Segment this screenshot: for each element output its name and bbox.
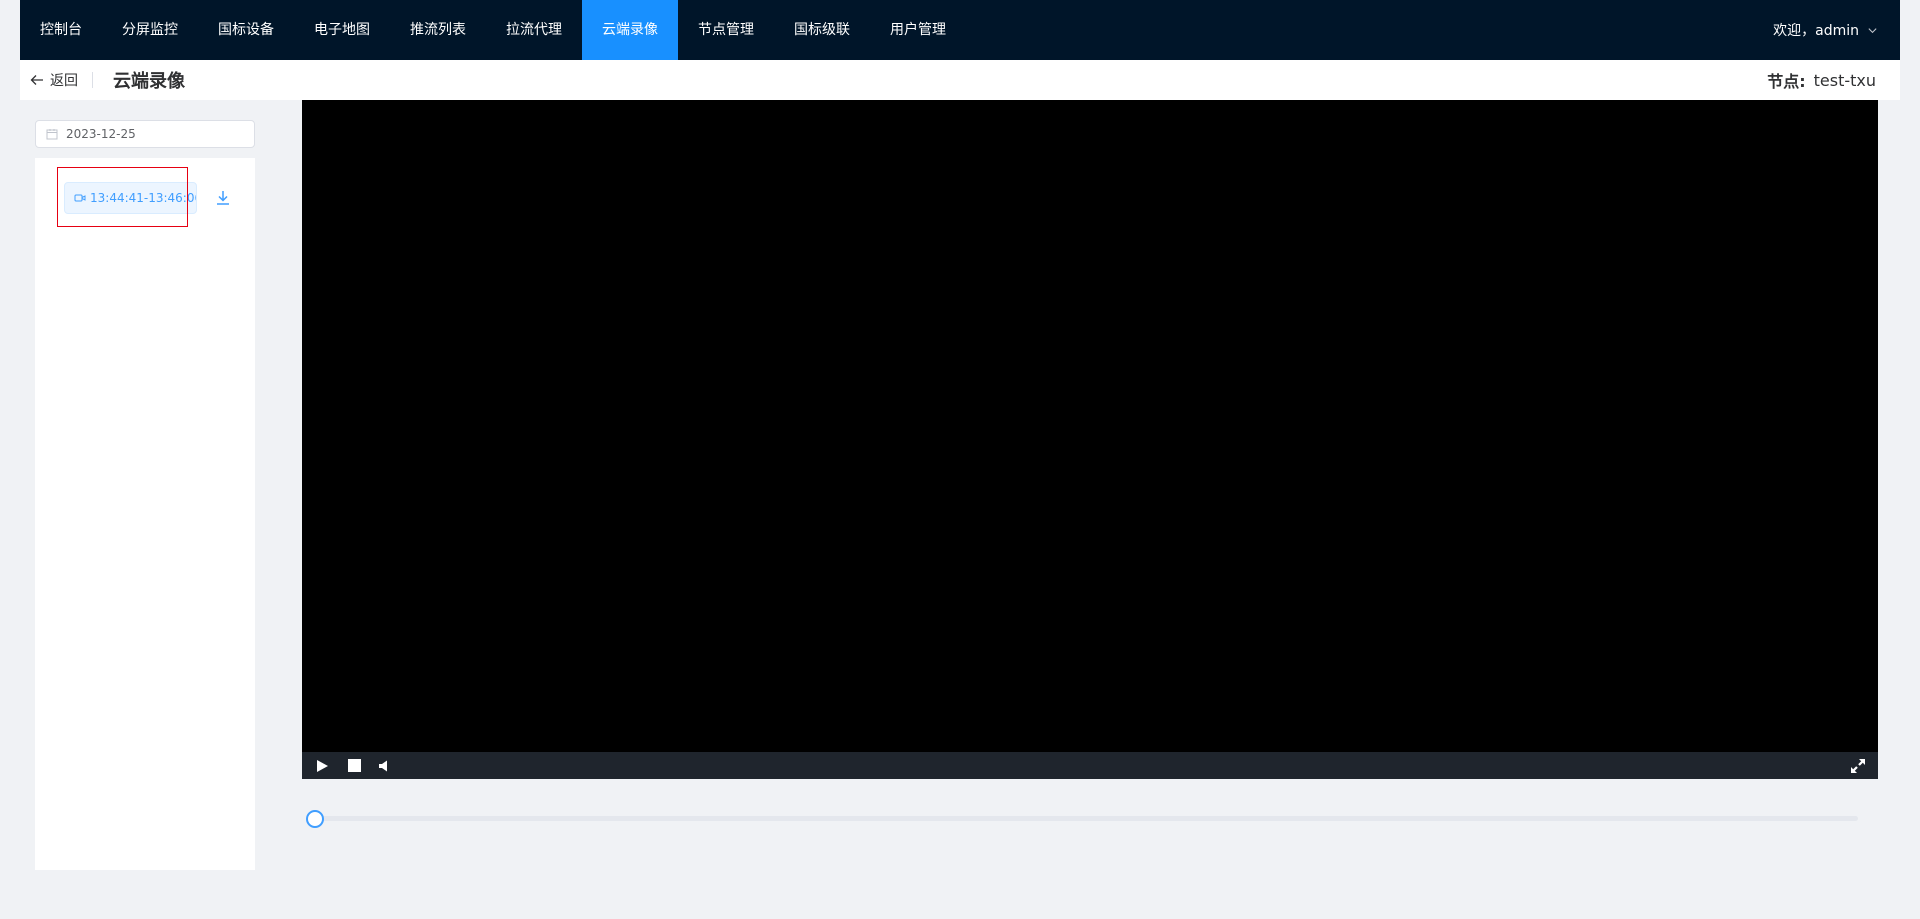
record-list-panel: 13:44:41-13:46:06 bbox=[35, 158, 255, 870]
play-button[interactable] bbox=[302, 752, 342, 779]
nav-item-map[interactable]: 电子地图 bbox=[294, 0, 390, 60]
nav-menu: 控制台 分屏监控 国标设备 电子地图 推流列表 拉流代理 云端录像 节点管理 国… bbox=[20, 0, 966, 60]
nav-item-split-screen[interactable]: 分屏监控 bbox=[102, 0, 198, 60]
arrow-left-icon bbox=[30, 75, 43, 85]
stop-button[interactable] bbox=[342, 752, 366, 779]
record-time-range: 13:44:41-13:46:06 bbox=[90, 191, 197, 205]
nav-item-dashboard[interactable]: 控制台 bbox=[20, 0, 102, 60]
top-navbar: 控制台 分屏监控 国标设备 电子地图 推流列表 拉流代理 云端录像 节点管理 国… bbox=[20, 0, 1900, 60]
timeline-handle[interactable] bbox=[306, 810, 324, 828]
volume-icon bbox=[379, 760, 387, 771]
nav-item-gb-devices[interactable]: 国标设备 bbox=[198, 0, 294, 60]
nav-item-cloud-record[interactable]: 云端录像 bbox=[582, 0, 678, 60]
page-header: 返回 云端录像 节点: test-txu bbox=[20, 60, 1900, 100]
chevron-down-icon bbox=[1868, 27, 1877, 33]
back-button[interactable]: 返回 bbox=[20, 70, 92, 90]
play-icon bbox=[317, 759, 328, 772]
stop-icon bbox=[347, 759, 361, 772]
node-label: 节点: bbox=[1767, 72, 1806, 91]
back-label: 返回 bbox=[50, 73, 78, 89]
nav-item-push-list[interactable]: 推流列表 bbox=[390, 0, 486, 60]
node-info: 节点: test-txu bbox=[1767, 68, 1900, 92]
date-value: 2023-12-25 bbox=[66, 127, 136, 141]
nav-item-pull-proxy[interactable]: 拉流代理 bbox=[486, 0, 582, 60]
download-icon[interactable] bbox=[214, 189, 232, 207]
page-title: 云端录像 bbox=[113, 71, 185, 92]
video-controls bbox=[302, 752, 1878, 779]
header-divider bbox=[92, 72, 93, 88]
fullscreen-button[interactable] bbox=[1838, 752, 1878, 779]
timeline-slider[interactable] bbox=[306, 808, 1858, 828]
node-value: test-txu bbox=[1813, 70, 1876, 90]
nav-item-users[interactable]: 用户管理 bbox=[870, 0, 966, 60]
volume-button[interactable] bbox=[366, 752, 402, 779]
user-greeting: 欢迎，admin bbox=[1773, 23, 1859, 39]
video-player[interactable] bbox=[302, 100, 1878, 779]
user-menu[interactable]: 欢迎，admin bbox=[1773, 0, 1900, 60]
record-item[interactable]: 13:44:41-13:46:06 bbox=[64, 182, 197, 214]
date-picker[interactable]: 2023-12-25 bbox=[35, 120, 255, 148]
video-camera-icon bbox=[74, 194, 86, 202]
nav-item-nodes[interactable]: 节点管理 bbox=[678, 0, 774, 60]
timeline-track bbox=[314, 816, 1858, 821]
calendar-icon bbox=[46, 129, 58, 140]
fullscreen-icon bbox=[1851, 758, 1865, 773]
nav-item-gb-cascade[interactable]: 国标级联 bbox=[774, 0, 870, 60]
